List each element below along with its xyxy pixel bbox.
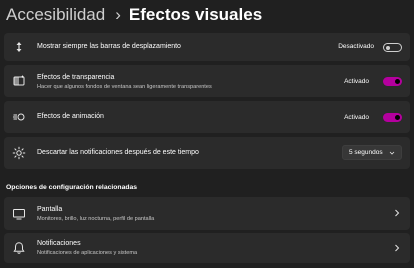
breadcrumb-parent-link[interactable]: Accesibilidad xyxy=(6,5,105,25)
transparency-toggle[interactable] xyxy=(383,77,402,86)
display-icon xyxy=(12,207,26,221)
related-item-title: Notificaciones xyxy=(37,240,81,247)
toggle-status: Activado xyxy=(344,78,369,85)
setting-title: Efectos de animación xyxy=(37,113,104,120)
setting-animation-effects: Efectos de animación Activado xyxy=(4,101,410,133)
setting-title: Mostrar siempre las barras de desplazami… xyxy=(37,43,181,50)
setting-dismiss-notifications: Descartar las notificaciones después de … xyxy=(4,137,410,169)
page-title: Efectos visuales xyxy=(128,5,263,24)
related-item-notifications[interactable]: Notificaciones Notificaciones de aplicac… xyxy=(4,233,410,263)
toggle-status: Desactivado xyxy=(338,43,374,50)
notification-timer-icon xyxy=(12,146,26,160)
setting-subtitle: Hacer que algunos fondos de ventana sean… xyxy=(37,84,212,90)
animation-icon xyxy=(12,110,26,124)
scrollbars-toggle[interactable] xyxy=(383,43,402,52)
toggle-status: Activado xyxy=(344,114,369,121)
setting-always-show-scrollbars: Mostrar siempre las barras de desplazami… xyxy=(4,33,410,61)
chevron-right-icon xyxy=(395,244,400,252)
breadcrumb: Accesibilidad › Efectos visuales xyxy=(6,4,262,26)
related-settings-heading: Opciones de configuración relacionadas xyxy=(6,184,138,191)
scrollbar-icon xyxy=(12,40,26,54)
notification-timeout-dropdown[interactable]: 5 segundos xyxy=(342,145,402,160)
breadcrumb-separator: › xyxy=(115,5,121,24)
setting-transparency-effects: Efectos de transparencia Hacer que algun… xyxy=(4,65,410,97)
setting-title: Efectos de transparencia xyxy=(37,74,115,81)
related-item-subtitle: Monitores, brillo, luz nocturna, perfil … xyxy=(37,216,155,222)
dropdown-value: 5 segundos xyxy=(349,149,383,156)
chevron-right-icon xyxy=(395,209,400,217)
setting-title: Descartar las notificaciones después de … xyxy=(37,149,199,156)
related-item-display[interactable]: Pantalla Monitores, brillo, luz nocturna… xyxy=(4,197,410,230)
related-item-subtitle: Notificaciones de aplicaciones y sistema xyxy=(37,250,138,256)
related-item-title: Pantalla xyxy=(37,206,63,213)
transparency-icon xyxy=(12,74,26,88)
animation-toggle[interactable] xyxy=(383,113,402,122)
chevron-down-icon xyxy=(389,151,395,155)
bell-icon xyxy=(12,241,26,255)
